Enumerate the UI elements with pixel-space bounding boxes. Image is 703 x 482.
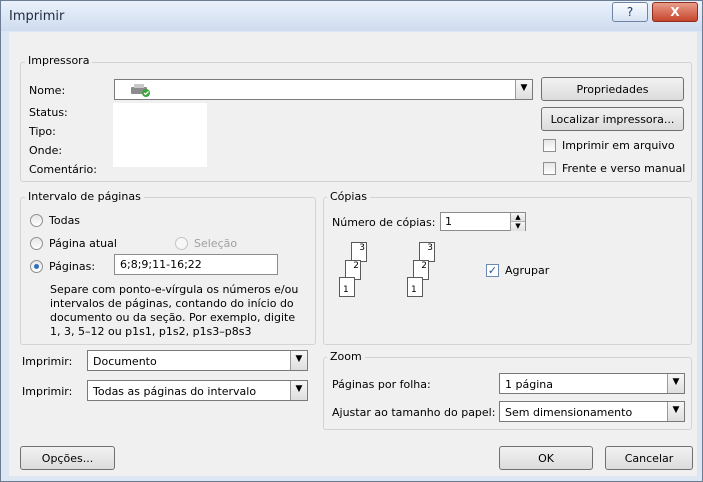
chevron-down-icon[interactable]: ▼ xyxy=(515,80,532,99)
printer-status-label: Status: xyxy=(29,106,68,119)
pages-help-line-1: Separe com ponto-e-vírgula os números e/… xyxy=(50,283,299,296)
print-what-label: Imprimir: xyxy=(22,355,73,368)
pages-input[interactable]: 6;8;9;11-16;22 xyxy=(114,254,278,275)
print-what-value: Documento xyxy=(93,355,157,368)
printer-group-label: Impressora xyxy=(25,54,93,67)
chevron-down-icon[interactable]: ▼ xyxy=(667,402,684,421)
printer-where-label: Onde: xyxy=(29,144,63,157)
close-icon: X xyxy=(670,5,680,19)
page-thumb-3: 3 xyxy=(419,242,435,262)
options-button[interactable]: Opções... xyxy=(20,446,115,470)
collate-label[interactable]: Agrupar xyxy=(505,264,549,277)
chevron-down-icon[interactable]: ▼ xyxy=(290,351,307,370)
page-thumb-1: 1 xyxy=(407,277,423,297)
pages-help-line-4: 1, 3, 5–12 ou p1s1, p1s2, p1s3–p8s3 xyxy=(50,325,252,338)
pages-per-sheet-value: 1 página xyxy=(505,378,553,391)
pages-per-sheet-label: Páginas por folha: xyxy=(332,378,431,391)
close-button[interactable]: X xyxy=(652,2,698,22)
copies-count-input[interactable]: 1 ▲ ▼ xyxy=(440,212,526,231)
find-printer-button[interactable]: Localizar impressora... xyxy=(541,107,684,131)
pages-help-line-3: documento ou da seção. Por exemplo, digi… xyxy=(50,311,296,324)
range-all-radio[interactable] xyxy=(30,214,43,227)
copies-count-label: Número de cópias: xyxy=(332,216,436,229)
spin-down-icon[interactable]: ▼ xyxy=(510,222,525,231)
copies-group-label: Cópias xyxy=(327,190,370,203)
printer-comment-label: Comentário: xyxy=(29,163,97,176)
printer-name-select[interactable]: ▼ xyxy=(114,79,533,100)
cancel-button[interactable]: Cancelar xyxy=(605,446,693,470)
print-range-label: Imprimir: xyxy=(22,385,73,398)
pages-help-line-2: intervalos de páginas, contando do iníci… xyxy=(50,297,294,310)
collate-checkbox[interactable]: ✓ xyxy=(486,264,499,277)
copies-count-value: 1 xyxy=(445,215,452,228)
manual-duplex-label[interactable]: Frente e verso manual xyxy=(562,162,685,175)
page-thumb-1: 1 xyxy=(339,277,355,297)
range-current-label[interactable]: Página atual xyxy=(49,237,117,250)
properties-button[interactable]: Propriedades xyxy=(541,77,684,101)
dialog-body: Impressora Nome: ▼ Status: Tipo: Onde: C… xyxy=(9,32,697,476)
range-pages-radio[interactable] xyxy=(30,260,43,273)
pages-input-value: 6;8;9;11-16;22 xyxy=(120,258,202,271)
print-to-file-checkbox[interactable] xyxy=(543,139,556,152)
spin-up-icon[interactable]: ▲ xyxy=(510,213,525,222)
range-all-label[interactable]: Todas xyxy=(49,214,80,227)
scale-to-paper-label: Ajustar ao tamanho do papel: xyxy=(332,406,496,419)
scale-to-paper-select[interactable]: Sem dimensionamento ▼ xyxy=(499,401,685,422)
range-selection-radio[interactable] xyxy=(175,237,188,250)
page-range-group-label: Intervalo de páginas xyxy=(25,190,144,203)
range-pages-label[interactable]: Páginas: xyxy=(49,260,95,273)
range-selection-label[interactable]: Seleção xyxy=(194,237,237,250)
print-to-file-label[interactable]: Imprimir em arquivo xyxy=(562,139,675,152)
manual-duplex-checkbox[interactable] xyxy=(543,162,556,175)
print-range-select[interactable]: Todas as páginas do intervalo ▼ xyxy=(87,380,308,401)
dialog-title: Imprimir xyxy=(9,9,65,24)
title-bar[interactable]: Imprimir ? X xyxy=(1,1,702,31)
range-current-radio[interactable] xyxy=(30,237,43,250)
printer-name-label: Nome: xyxy=(29,84,66,97)
help-icon: ? xyxy=(626,5,634,19)
chevron-down-icon[interactable]: ▼ xyxy=(667,374,684,393)
ok-button[interactable]: OK xyxy=(499,446,593,470)
pages-per-sheet-select[interactable]: 1 página ▼ xyxy=(499,373,685,394)
printer-icon xyxy=(131,84,150,97)
print-dialog: Imprimir ? X Impressora Nome: ▼ Status: … xyxy=(0,0,703,482)
printer-type-label: Tipo: xyxy=(29,125,56,138)
help-button[interactable]: ? xyxy=(612,2,648,22)
zoom-group-label: Zoom xyxy=(327,350,365,363)
chevron-down-icon[interactable]: ▼ xyxy=(290,381,307,400)
printer-info-box xyxy=(113,103,207,167)
page-thumb-3: 3 xyxy=(351,242,367,262)
print-range-value: Todas as páginas do intervalo xyxy=(93,385,257,398)
scale-to-paper-value: Sem dimensionamento xyxy=(505,406,633,419)
print-what-select[interactable]: Documento ▼ xyxy=(87,350,308,371)
